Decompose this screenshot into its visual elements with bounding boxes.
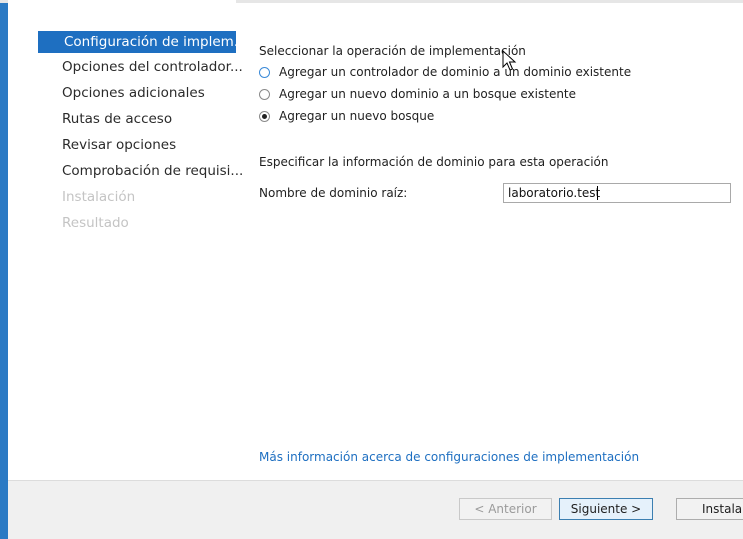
root-domain-label: Nombre de dominio raíz: [259, 186, 408, 200]
window-left-border [0, 0, 8, 539]
mouse-pointer-icon [502, 50, 517, 71]
operation-heading: Seleccionar la operación de implementaci… [259, 44, 526, 58]
sidebar-item-label: Configuración de implem... [64, 34, 236, 50]
radio-button[interactable] [259, 66, 270, 78]
root-domain-input[interactable] [503, 183, 731, 203]
sidebar-item-configuracion-implementacion[interactable]: Configuración de implem... [38, 31, 236, 53]
domain-info-heading: Especificar la información de dominio pa… [259, 155, 609, 169]
sidebar-item-instalacion: Instalación [62, 186, 258, 208]
option-existing-domain[interactable]: Agregar un controlador de dominio a un d… [259, 63, 631, 81]
sidebar-item-label: Revisar opciones [62, 137, 177, 153]
radio-button-selected[interactable] [259, 110, 270, 122]
sidebar-item-label: Instalación [62, 189, 136, 205]
next-button[interactable]: Siguiente > [559, 498, 653, 520]
install-button[interactable]: Instalar [676, 498, 743, 520]
sidebar-item-label: Rutas de acceso [62, 111, 173, 127]
option-label: Agregar un nuevo dominio a un bosque exi… [279, 87, 577, 101]
sidebar-item-resultado: Resultado [62, 212, 258, 234]
sidebar-item-label: Opciones adicionales [62, 85, 205, 101]
sidebar-item-label: Opciones del controlador... [62, 59, 243, 75]
sidebar-item-label: Comprobación de requisi... [62, 163, 244, 179]
text-caret [597, 186, 598, 200]
sidebar-item-comprobacion-requisitos[interactable]: Comprobación de requisi... [62, 160, 258, 182]
option-new-forest[interactable]: Agregar un nuevo bosque [259, 107, 434, 125]
sidebar-item-rutas-acceso[interactable]: Rutas de acceso [62, 108, 258, 130]
wizard-sidebar: Configuración de implem... Opciones del … [8, 0, 243, 478]
sidebar-item-opciones-adicionales[interactable]: Opciones adicionales [62, 82, 258, 104]
previous-button[interactable]: < Anterior [459, 498, 552, 520]
wizard-footer: < Anterior Siguiente > Instalar [8, 480, 743, 539]
sidebar-item-revisar-opciones[interactable]: Revisar opciones [62, 134, 258, 156]
option-label: Agregar un nuevo bosque [279, 109, 435, 123]
more-info-link[interactable]: Más información acerca de configuracione… [259, 450, 639, 464]
sidebar-item-label: Resultado [62, 215, 129, 231]
wizard-content: Seleccionar la operación de implementaci… [237, 0, 743, 478]
wizard-window: Configuración de implem... Opciones del … [0, 0, 743, 539]
option-label: Agregar un controlador de dominio a un d… [279, 65, 632, 79]
radio-button[interactable] [259, 88, 270, 100]
option-new-domain-existing-forest[interactable]: Agregar un nuevo dominio a un bosque exi… [259, 85, 576, 103]
sidebar-item-opciones-controlador[interactable]: Opciones del controlador... [62, 56, 258, 78]
